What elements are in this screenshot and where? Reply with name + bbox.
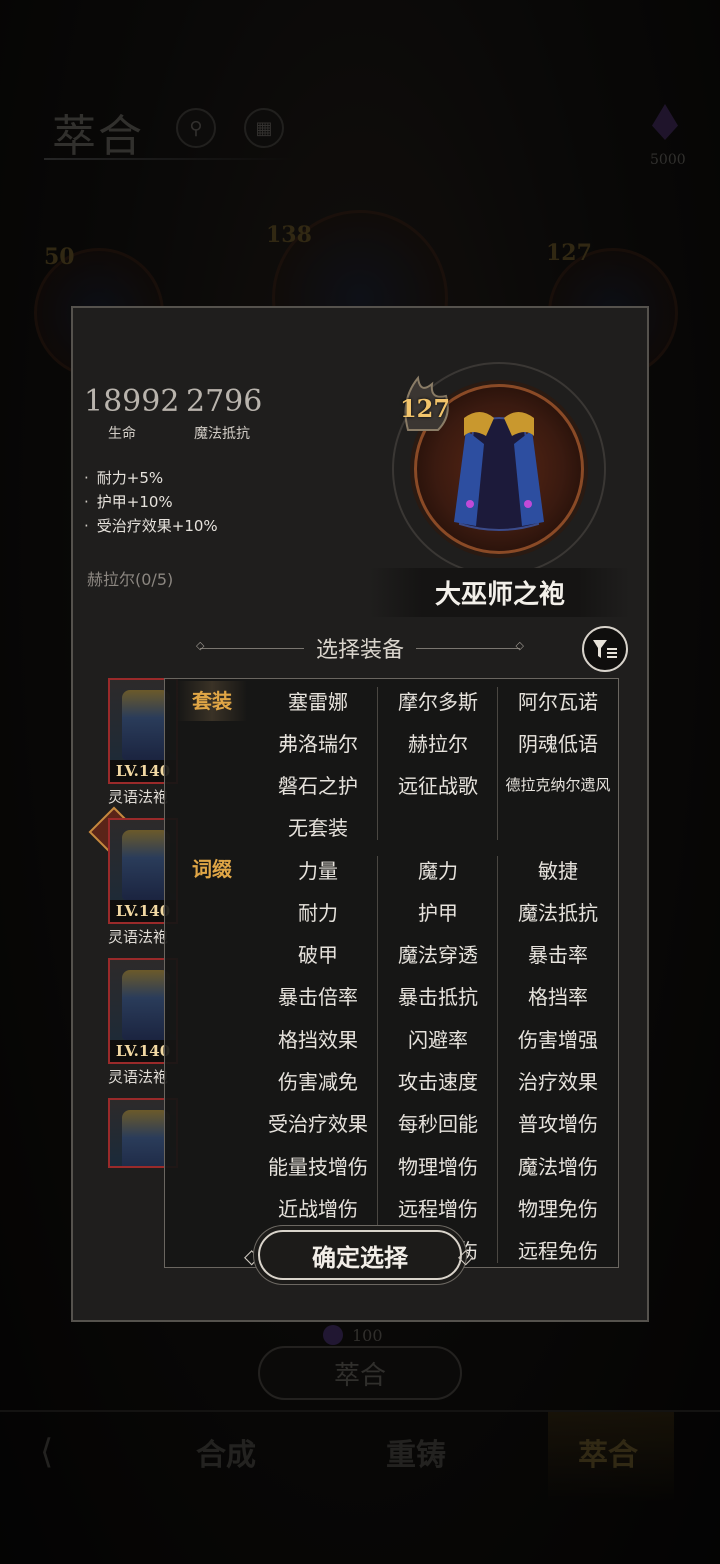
filter-option[interactable]: 力量 <box>258 848 378 890</box>
filter-category-affix[interactable]: 词缀 <box>177 849 247 889</box>
item-name: 大巫师之袍 <box>370 568 630 617</box>
stat-label: 生命 <box>108 426 136 442</box>
filter-option[interactable]: 格挡效果 <box>258 1017 378 1059</box>
filter-option[interactable]: 普攻增伤 <box>498 1102 618 1144</box>
filter-option[interactable]: 物理免伤 <box>498 1186 618 1228</box>
filter-option[interactable]: 格挡率 <box>498 975 618 1017</box>
filter-option[interactable]: 暴击率 <box>498 933 618 975</box>
section-header: 选择装备 <box>196 632 524 664</box>
section-title: 选择装备 <box>316 638 405 663</box>
divider <box>196 639 304 652</box>
filter-option[interactable]: 赫拉尔 <box>378 721 498 763</box>
filter-option[interactable]: 魔法抵抗 <box>498 890 618 932</box>
filter-option[interactable]: 德拉克纳尔遗风 <box>498 764 618 806</box>
column-divider <box>377 687 378 841</box>
filter-option[interactable]: 近战增伤 <box>258 1186 378 1228</box>
column-divider <box>497 687 498 841</box>
stat-value: 2796 <box>186 384 263 419</box>
column-divider <box>377 856 378 1263</box>
item-portrait: 127 <box>370 340 628 598</box>
filter-option[interactable]: 暴击倍率 <box>258 975 378 1017</box>
stat-magic-resist: 2796 魔法抵抗 <box>186 384 263 443</box>
item-level: 127 <box>399 394 451 423</box>
filter-option[interactable]: 魔法穿透 <box>378 933 498 975</box>
filter-option[interactable]: 弗洛瑞尔 <box>258 721 378 763</box>
filter-option[interactable]: 远程免伤 <box>498 1229 618 1267</box>
confirm-selection-button[interactable]: 确定选择 <box>258 1230 462 1280</box>
filter-option[interactable]: 塞雷娜 <box>258 679 378 721</box>
filter-option[interactable]: 暴击抵抗 <box>378 975 498 1017</box>
filter-option[interactable]: 魔法增伤 <box>498 1144 618 1186</box>
filter-option[interactable]: 耐力 <box>258 890 378 932</box>
filter-option[interactable]: 阴魂低语 <box>498 721 618 763</box>
filter-category-set[interactable]: 套装 <box>177 681 247 721</box>
filter-option[interactable]: 受治疗效果 <box>258 1102 378 1144</box>
filter-option[interactable]: 闪避率 <box>378 1017 498 1059</box>
filter-option[interactable]: 摩尔多斯 <box>378 679 498 721</box>
bonus-list: 耐力+5% 护甲+10% 受治疗效果+10% <box>84 466 218 538</box>
filter-option[interactable]: 破甲 <box>258 933 378 975</box>
bonus-item: 护甲+10% <box>84 490 218 514</box>
stat-value: 18992 <box>84 384 180 419</box>
bonus-item: 耐力+5% <box>84 466 218 490</box>
filter-option[interactable]: 攻击速度 <box>378 1060 498 1102</box>
bonus-item: 受治疗效果+10% <box>84 514 218 538</box>
filter-option[interactable]: 远征战歌 <box>378 764 498 806</box>
filter-option[interactable]: 伤害增强 <box>498 1017 618 1059</box>
affix-options-grid: 力量 魔力 敏捷耐力 护甲 魔法抵抗破甲 魔法穿透 暴击率暴击倍率 暴击抵抗 格挡率格挡效果 闪避… <box>258 848 618 1267</box>
filter-option[interactable]: 护甲 <box>378 890 498 932</box>
set-progress: 赫拉尔(0/5) <box>87 570 174 589</box>
filter-option[interactable]: 能量技增伤 <box>258 1144 378 1186</box>
filter-option[interactable]: 每秒回能 <box>378 1102 498 1144</box>
filter-panel: 套装 词缀 塞雷娜 摩尔多斯 阿尔瓦诺弗洛瑞尔 赫拉尔 阴魂低语磐石之护 远征战歌 德拉克纳… <box>164 678 619 1268</box>
set-options-grid: 塞雷娜 摩尔多斯 阿尔瓦诺弗洛瑞尔 赫拉尔 阴魂低语磐石之护 远征战歌 德拉克纳尔遗风无套装 <box>258 679 618 848</box>
ornament-icon: ◇ <box>458 1244 474 1268</box>
stat-hp: 18992 生命 <box>84 384 180 443</box>
filter-option[interactable]: 物理增伤 <box>378 1144 498 1186</box>
stat-label: 魔法抵抗 <box>194 426 250 442</box>
filter-option[interactable]: 伤害减免 <box>258 1060 378 1102</box>
filter-button[interactable] <box>582 626 628 672</box>
filter-option[interactable]: 敏捷 <box>498 848 618 890</box>
filter-option[interactable]: 魔力 <box>378 848 498 890</box>
divider <box>416 639 524 652</box>
filter-option[interactable]: 磐石之护 <box>258 764 378 806</box>
column-divider <box>497 856 498 1263</box>
filter-option[interactable]: 阿尔瓦诺 <box>498 679 618 721</box>
filter-option[interactable]: 无套装 <box>258 806 378 848</box>
filter-icon <box>593 640 617 658</box>
filter-option[interactable]: 治疗效果 <box>498 1060 618 1102</box>
filter-option[interactable]: 远程增伤 <box>378 1186 498 1228</box>
